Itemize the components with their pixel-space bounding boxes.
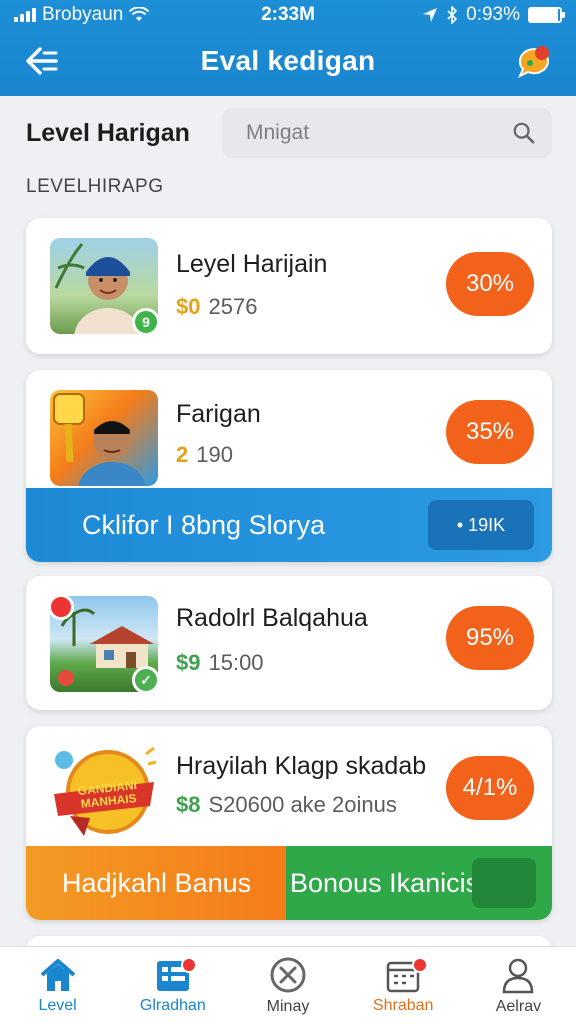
card-title: Hrayilah Klagp skadab: [176, 752, 427, 780]
tab-label: Shraban: [372, 996, 434, 1014]
wifi-icon: [129, 7, 150, 21]
search-input[interactable]: [246, 121, 513, 145]
card-value: 15:00: [208, 650, 264, 675]
tab-label: Glradhan: [139, 996, 206, 1014]
screen-title: Eval kedigan: [200, 45, 376, 76]
card-thumbnail: [50, 390, 158, 486]
thumb-badge: 9: [132, 308, 158, 334]
back-button[interactable]: [20, 39, 64, 83]
bonus-banner[interactable]: Hadjkahl Banus Bonous Ikanicis: [26, 846, 552, 920]
tab-shraban[interactable]: Shraban: [346, 947, 461, 1024]
profile-icon: [503, 958, 534, 993]
promo-banner-text: Cklifor I 8bng Slorya: [82, 509, 326, 540]
percent-badge[interactable]: 4/1%: [446, 756, 534, 820]
card-thumbnail: 9: [50, 238, 158, 334]
carrier-label: Brobyaun: [42, 4, 124, 25]
tab-level[interactable]: Level: [0, 947, 115, 1024]
percent-badge[interactable]: 35%: [446, 400, 534, 464]
card-subtitle: 2 190: [176, 442, 233, 468]
tools-icon: [270, 957, 306, 992]
card-thumbnail: GANDIANI MANHAIS: [50, 744, 158, 840]
home-icon: [40, 958, 75, 991]
card-thumbnail: ✓: [50, 596, 158, 692]
back-arrow-icon: [26, 47, 58, 75]
level-card[interactable]: ✓ Radolrl Balqahua $9 15:00 95%: [26, 576, 552, 710]
tab-label: Level: [38, 996, 77, 1014]
card-title: Leyel Harijain: [176, 250, 328, 278]
bottom-navigation: Level Glradhan Minay Shraban Aelrav: [0, 946, 576, 1024]
top-app-bar: Brobyaun 2:33M 0:93% Eval kedigan: [0, 0, 576, 96]
percent-badge[interactable]: 30%: [446, 252, 534, 316]
card-title: Farigan: [176, 400, 261, 428]
card-subtitle: $9 15:00: [176, 650, 264, 676]
coin-icon: $0: [176, 294, 201, 319]
coin-icon: 2: [176, 442, 189, 467]
level-card[interactable]: Farigan 2 190 35% Cklifor I 8bng Slorya …: [26, 370, 552, 562]
page-title: Level Harigan: [26, 118, 190, 147]
notification-dot: [181, 957, 198, 973]
bonus-right-label: Bonous Ikanicis: [290, 867, 480, 898]
bonus-left-button[interactable]: Hadjkahl Banus: [26, 846, 286, 920]
card-subtitle: $0 2576: [176, 294, 257, 320]
tab-minay[interactable]: Minay: [230, 947, 345, 1024]
percent-badge[interactable]: 95%: [446, 606, 534, 670]
clock: 2:33M: [261, 4, 315, 25]
check-badge-icon: ✓: [132, 666, 158, 692]
bonus-action-square[interactable]: [472, 858, 536, 908]
card-value: 190: [196, 442, 233, 467]
promo-banner-button[interactable]: • 19IK: [428, 500, 534, 550]
tab-aelrav[interactable]: Aelrav: [461, 947, 576, 1024]
tab-label: Aelrav: [495, 997, 542, 1015]
section-label: LEVELHIRAPG: [26, 176, 164, 197]
battery-percent: 0:93%: [466, 4, 520, 25]
chat-button[interactable]: [512, 39, 556, 83]
status-bar: Brobyaun 2:33M 0:93%: [0, 0, 576, 30]
signal-icon: [14, 8, 36, 22]
bluetooth-icon: [447, 6, 458, 24]
level-card[interactable]: 9 Leyel Harijain $0 2576 30%: [26, 218, 552, 354]
notification-dot: [411, 957, 428, 973]
card-value: 2576: [208, 294, 258, 319]
level-card[interactable]: GANDIANI MANHAIS Hrayilah Klagp skadab $…: [26, 726, 552, 920]
location-arrow-icon: [423, 8, 438, 22]
search-bar[interactable]: [222, 108, 552, 158]
promo-banner[interactable]: Cklifor I 8bng Slorya • 19IK: [26, 488, 552, 562]
coin-icon: $8: [176, 792, 201, 817]
card-title: Radolrl Balqahua: [176, 604, 368, 632]
tab-label: Minay: [266, 997, 310, 1015]
battery-icon: [528, 7, 565, 23]
tab-glradhan[interactable]: Glradhan: [115, 947, 230, 1024]
card-value: S20600 ake 2oinus: [208, 792, 397, 817]
chat-bubble-icon: [517, 46, 549, 79]
card-subtitle: $8 S20600 ake 2oinus: [176, 792, 397, 818]
bonus-right-button[interactable]: Bonous Ikanicis: [286, 846, 552, 920]
coin-icon: $9: [176, 650, 201, 675]
person-trophy-icon: [53, 393, 146, 486]
search-icon[interactable]: [512, 120, 536, 146]
